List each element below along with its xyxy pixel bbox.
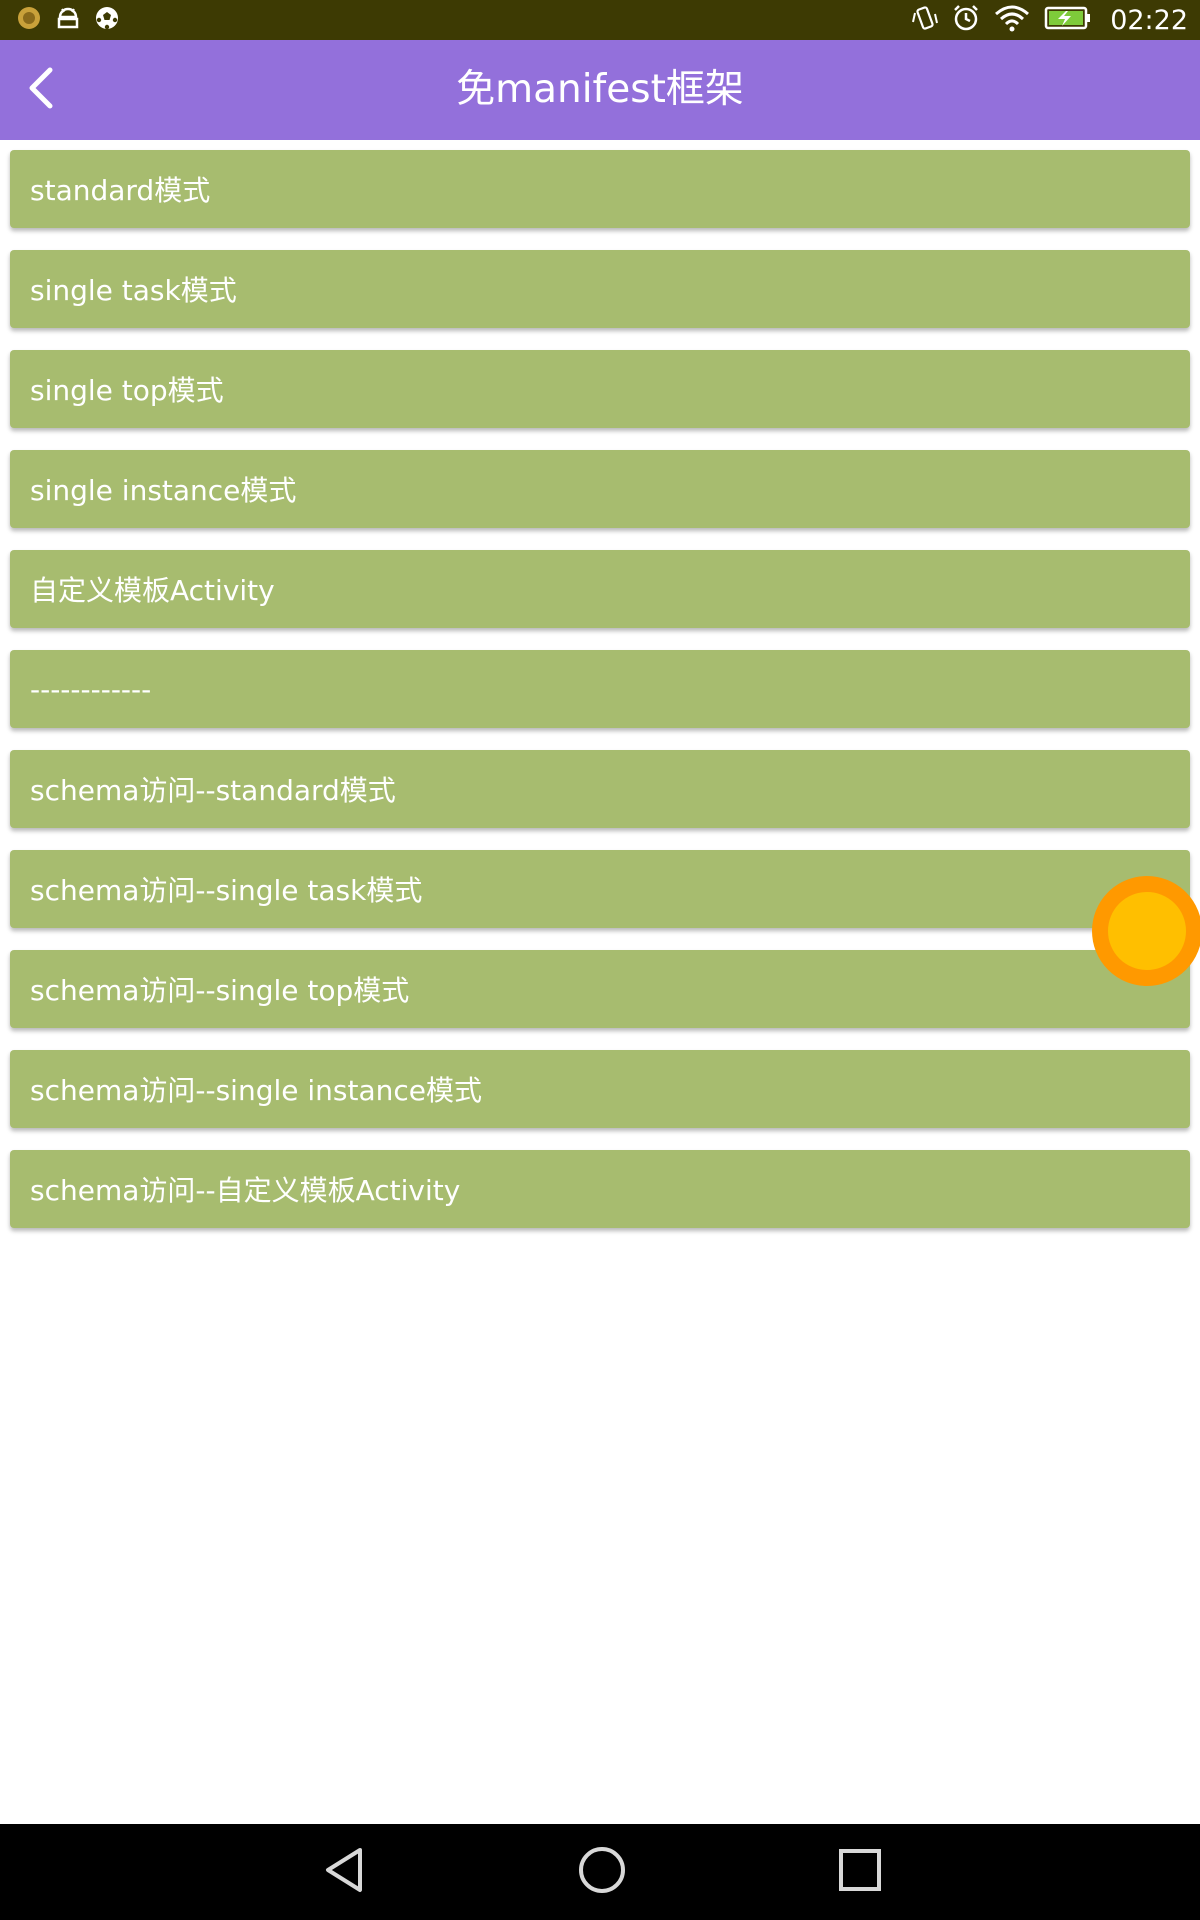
list-item-single-top[interactable]: single top模式 [10, 350, 1190, 428]
alarm-icon [952, 4, 980, 36]
status-icons-right: 02:22 [912, 0, 1188, 40]
list-item-schema-single-top[interactable]: schema访问--single top模式 [10, 950, 1190, 1028]
back-triangle-icon [320, 1844, 368, 1900]
wifi-icon [994, 4, 1030, 36]
recents-square-icon [836, 1846, 884, 1898]
soccer-ball-icon [94, 5, 120, 35]
navigation-bar [0, 1824, 1200, 1920]
nav-home-button[interactable] [572, 1842, 632, 1902]
list-item-custom-template[interactable]: 自定义模板Activity [10, 550, 1190, 628]
battery-charging-icon [1044, 5, 1092, 35]
list-item-schema-single-instance[interactable]: schema访问--single instance模式 [10, 1050, 1190, 1128]
list-item-schema-custom-template[interactable]: schema访问--自定义模板Activity [10, 1150, 1190, 1228]
list-item-divider[interactable]: ------------ [10, 650, 1190, 728]
home-circle-icon [576, 1844, 628, 1900]
touch-indicator [1092, 876, 1200, 986]
list-item-schema-single-task[interactable]: schema访问--single task模式 [10, 850, 1190, 928]
vibrate-icon [912, 4, 939, 36]
list-item-single-instance[interactable]: single instance模式 [10, 450, 1190, 528]
status-icons-left [16, 5, 120, 35]
list-item-schema-standard[interactable]: schema访问--standard模式 [10, 750, 1190, 828]
mode-list: standard模式 single task模式 single top模式 si… [10, 150, 1190, 1250]
status-bar: 02:22 [0, 0, 1200, 40]
status-time: 02:22 [1110, 4, 1188, 36]
list-item-standard[interactable]: standard模式 [10, 150, 1190, 228]
nav-back-button[interactable] [314, 1842, 374, 1902]
sun-icon [16, 5, 42, 35]
android-icon [54, 5, 82, 35]
nav-recents-button[interactable] [830, 1842, 890, 1902]
list-item-single-task[interactable]: single task模式 [10, 250, 1190, 328]
toolbar: 免manifest框架 [0, 40, 1200, 140]
page-title: 免manifest框架 [456, 67, 744, 112]
